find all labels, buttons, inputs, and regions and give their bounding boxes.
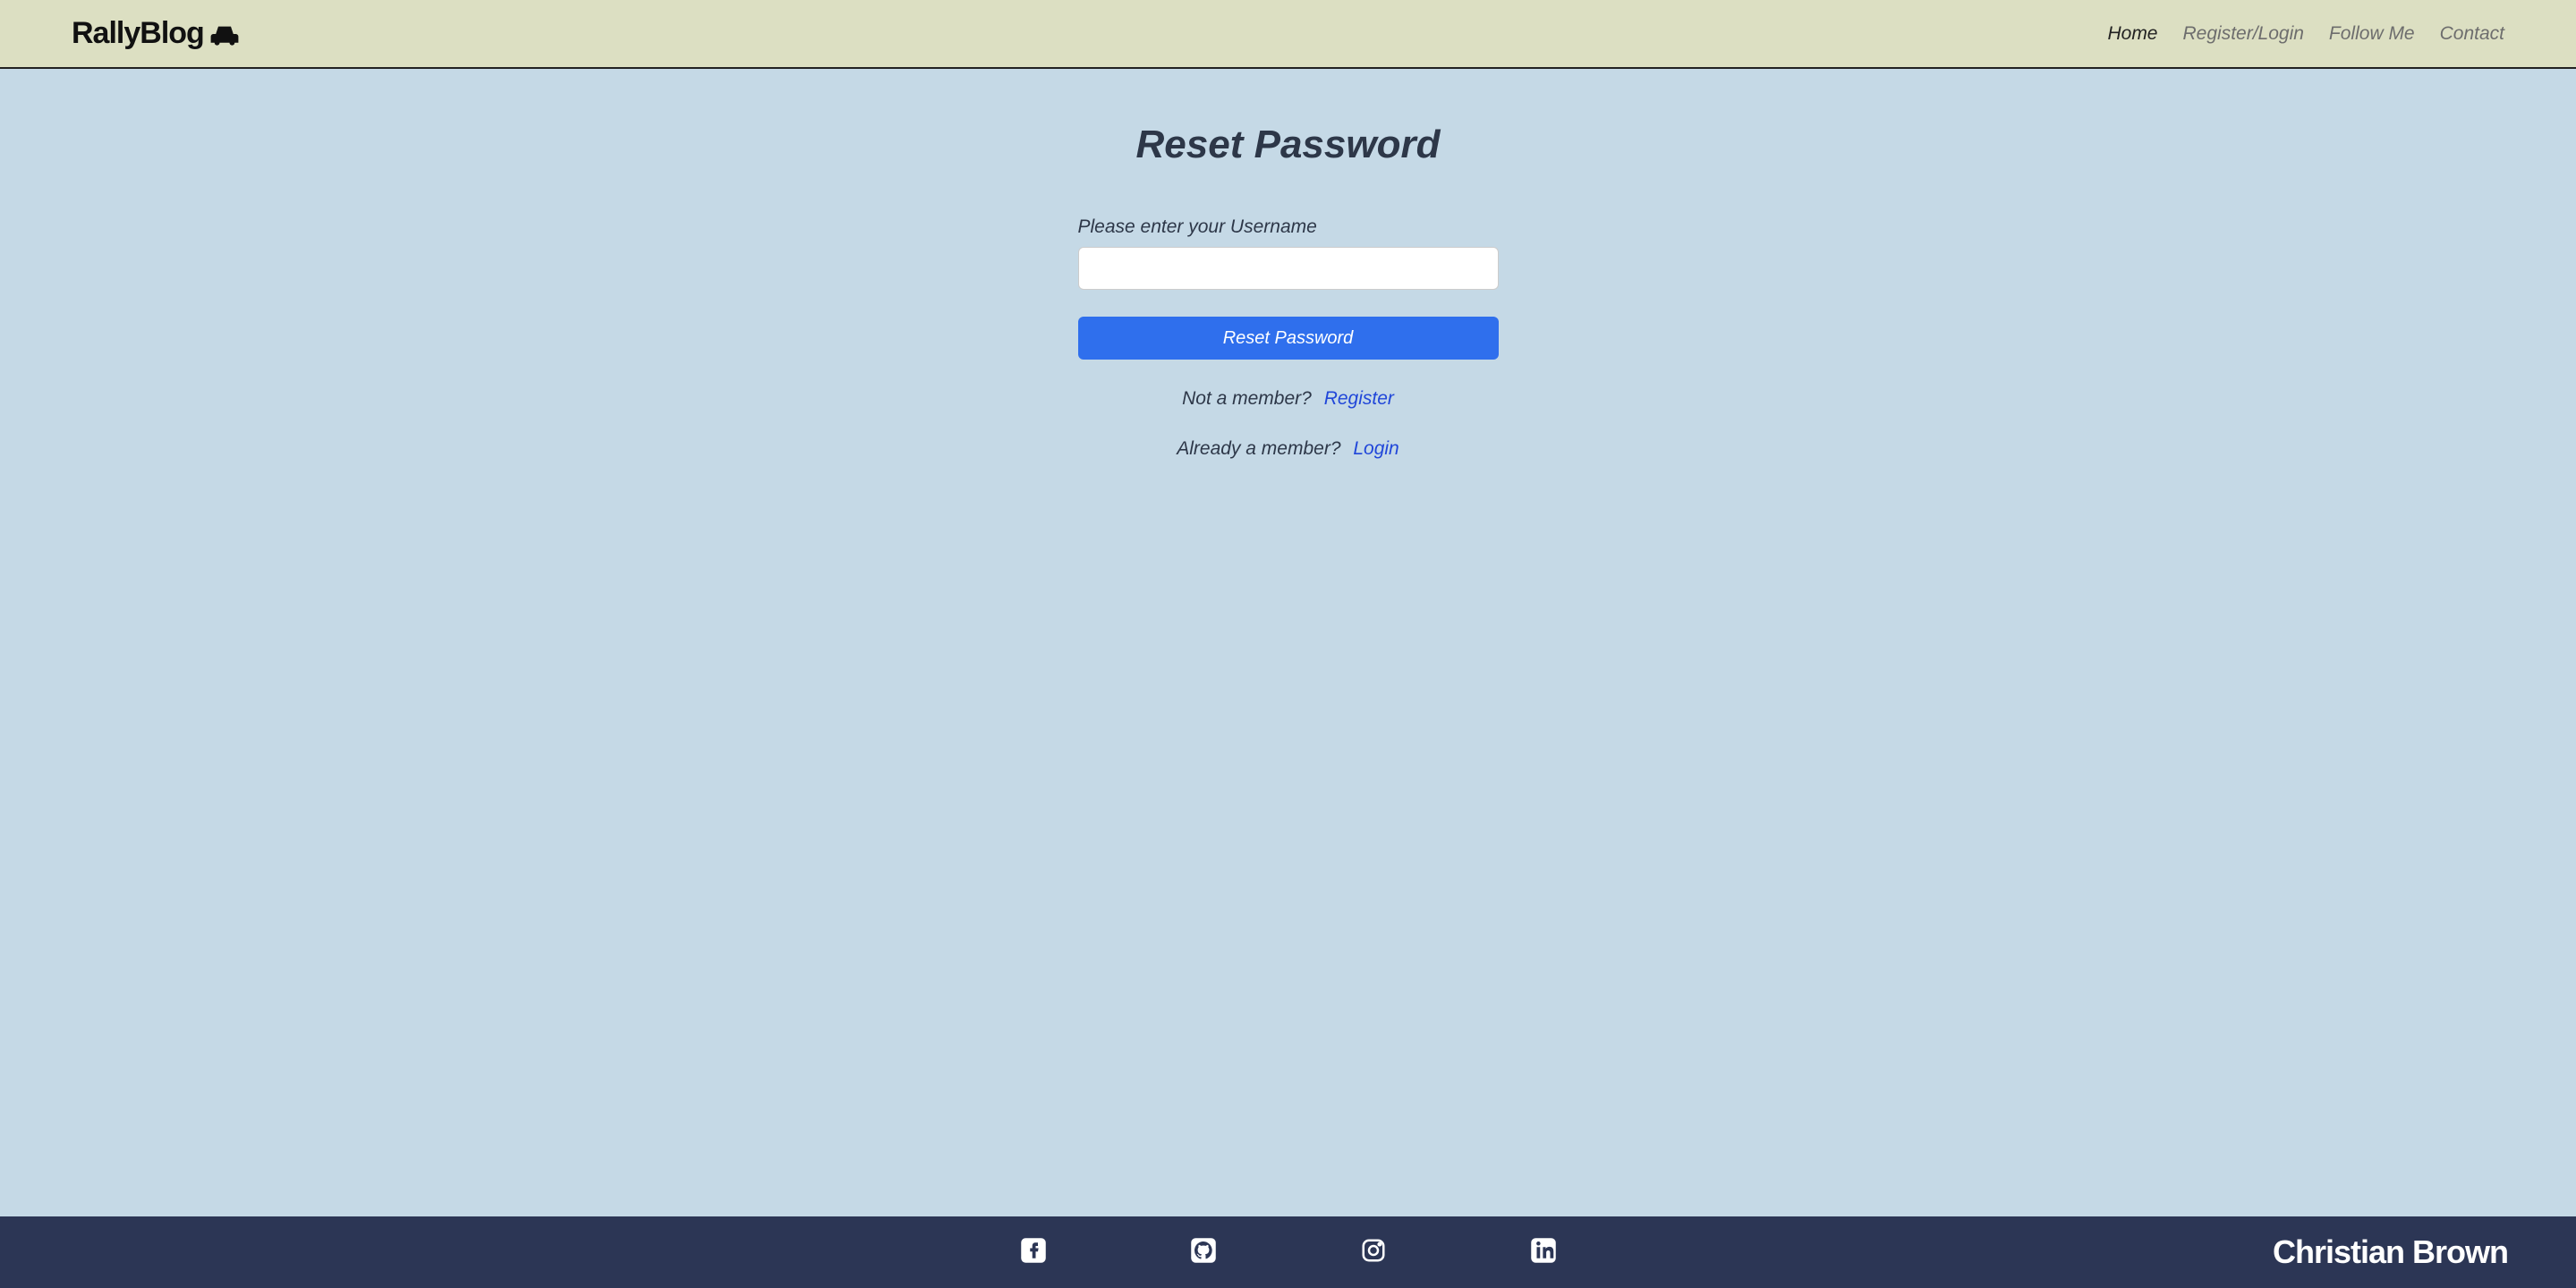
username-input[interactable] bbox=[1078, 247, 1499, 290]
logo-text: RallyBlog bbox=[72, 16, 204, 51]
nav-contact[interactable]: Contact bbox=[2440, 23, 2504, 45]
header: RallyBlog Home Register/Login Follow Me … bbox=[0, 0, 2576, 69]
nav: Home Register/Login Follow Me Contact bbox=[2107, 23, 2504, 45]
not-member-text: Not a member? bbox=[1182, 388, 1312, 409]
login-link[interactable]: Login bbox=[1353, 438, 1399, 459]
reset-password-button[interactable]: Reset Password bbox=[1078, 317, 1499, 360]
username-label: Please enter your Username bbox=[1078, 216, 1499, 238]
car-icon bbox=[209, 21, 240, 47]
nav-home[interactable]: Home bbox=[2107, 23, 2157, 45]
already-member-text: Already a member? bbox=[1177, 438, 1340, 459]
linkedin-icon[interactable] bbox=[1530, 1237, 1557, 1268]
footer-author: Christian Brown bbox=[2273, 1233, 2508, 1271]
already-member-row: Already a member? Login bbox=[1078, 438, 1499, 460]
footer: Christian Brown bbox=[0, 1216, 2576, 1288]
logo[interactable]: RallyBlog bbox=[72, 16, 240, 51]
register-link[interactable]: Register bbox=[1324, 388, 1394, 409]
nav-register-login[interactable]: Register/Login bbox=[2183, 23, 2304, 45]
not-member-row: Not a member? Register bbox=[1078, 388, 1499, 410]
facebook-icon[interactable] bbox=[1020, 1237, 1047, 1268]
page-title: Reset Password bbox=[1078, 123, 1499, 167]
reset-password-card: Reset Password Please enter your Usernam… bbox=[1078, 123, 1499, 1216]
instagram-icon[interactable] bbox=[1360, 1237, 1387, 1268]
social-links bbox=[1020, 1237, 1557, 1268]
github-icon[interactable] bbox=[1190, 1237, 1217, 1268]
nav-follow-me[interactable]: Follow Me bbox=[2329, 23, 2415, 45]
main: Reset Password Please enter your Usernam… bbox=[0, 69, 2576, 1216]
